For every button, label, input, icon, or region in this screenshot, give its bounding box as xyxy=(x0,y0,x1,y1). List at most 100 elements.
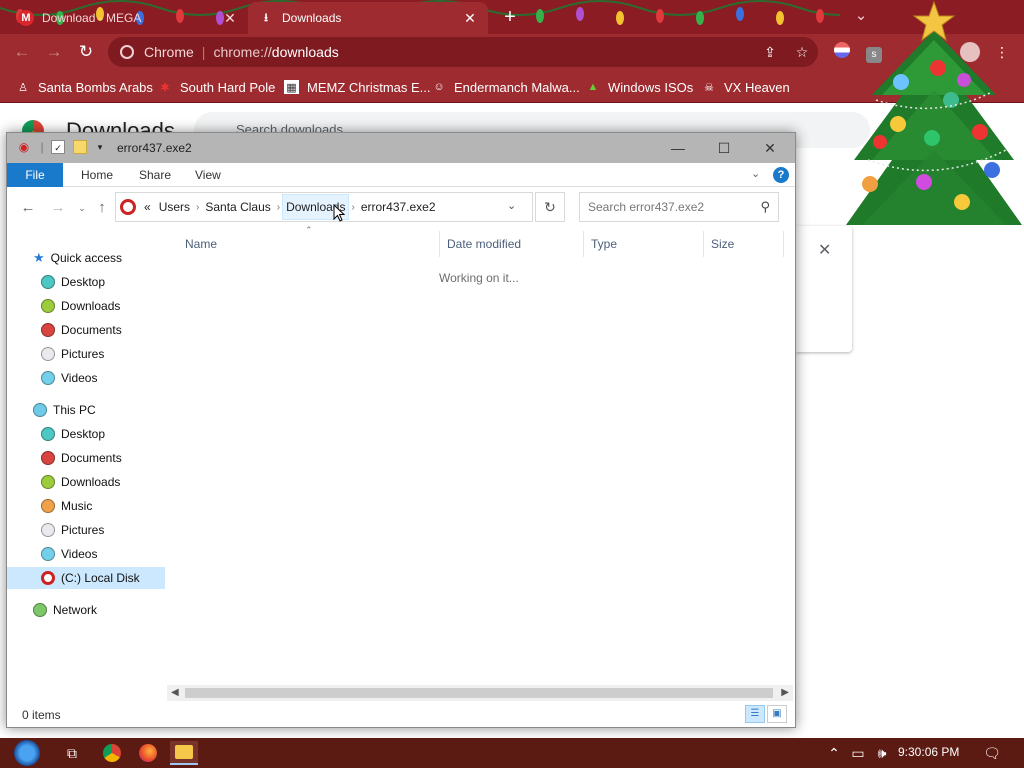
taskbar-clock[interactable]: 9:30:06 PM xyxy=(898,745,959,759)
nav-pc-videos[interactable]: Videos xyxy=(41,543,97,565)
santa-icon: ♙ xyxy=(18,81,28,94)
volume-icon[interactable]: 🕪 xyxy=(870,741,894,765)
breadcrumb-users[interactable]: Users xyxy=(155,200,194,214)
forward-arrow-icon[interactable]: → xyxy=(49,199,67,217)
column-divider[interactable] xyxy=(783,231,784,257)
explorer-title-bar[interactable]: ◉ | ✓ ▾ error437.exe2 — ☐ ✕ xyxy=(7,133,795,163)
url-scheme: chrome:// xyxy=(213,44,272,60)
tab-title: Downloads xyxy=(282,11,342,25)
share-icon[interactable]: ⇪ xyxy=(760,42,780,62)
quick-access-dropdown-icon[interactable]: ▾ xyxy=(93,140,107,154)
breadcrumb-arrow-icon[interactable]: › xyxy=(194,202,201,213)
show-hidden-icons-chevron-icon[interactable]: ⌃ xyxy=(822,741,846,765)
breadcrumb[interactable]: « Users › Santa Claus › Downloads › erro… xyxy=(115,192,533,222)
column-name[interactable]: Name xyxy=(185,237,217,251)
nav-pc-local-disk[interactable]: (C:) Local Disk xyxy=(7,567,165,589)
recent-locations-chevron-icon[interactable]: ⌄ xyxy=(73,199,91,217)
notifications-icon[interactable]: 🗨 xyxy=(978,741,1006,765)
bookmark-windows-isos[interactable]: ▲ Windows ISOs xyxy=(586,76,694,98)
task-view-icon[interactable]: ⧉ xyxy=(58,741,86,765)
back-arrow-icon[interactable]: ← xyxy=(10,40,34,64)
maximize-button[interactable]: ☐ xyxy=(701,133,747,163)
tab-downloads[interactable]: ⭳ Downloads ✕ xyxy=(248,2,488,34)
column-size[interactable]: Size xyxy=(711,237,734,251)
column-divider[interactable] xyxy=(703,231,704,257)
remove-download-close-icon[interactable]: ✕ xyxy=(818,240,831,260)
nav-this-pc[interactable]: This PC xyxy=(33,399,96,421)
column-date-modified[interactable]: Date modified xyxy=(447,237,521,251)
up-arrow-icon[interactable]: ↑ xyxy=(93,199,111,217)
nav-qa-pictures[interactable]: Pictures📌 xyxy=(41,343,195,365)
address-bar[interactable]: Chrome | chrome://downloads xyxy=(108,37,818,67)
nav-qa-downloads[interactable]: Downloads📌 xyxy=(41,295,195,317)
refresh-icon[interactable]: ↻ xyxy=(535,192,565,222)
help-icon[interactable]: ? xyxy=(773,167,789,183)
breadcrumb-error437[interactable]: error437.exe2 xyxy=(357,200,440,214)
pictures-ornament-icon xyxy=(41,523,55,537)
breadcrumb-arrow-icon[interactable]: › xyxy=(349,202,356,213)
properties-icon[interactable]: ✓ xyxy=(51,140,65,154)
minimize-button[interactable]: — xyxy=(655,133,701,163)
item-count: 0 items xyxy=(22,708,61,722)
nav-qa-desktop[interactable]: Desktop📌 xyxy=(41,271,195,293)
bookmark-endermanch-malware[interactable]: ☺ Endermanch Malwa... xyxy=(432,76,579,98)
breadcrumb-arrow-icon[interactable]: › xyxy=(275,202,282,213)
bookmark-memz-christmas[interactable]: ▦ MEMZ Christmas E... xyxy=(284,76,431,98)
nav-quick-access[interactable]: ★ Quick access xyxy=(33,247,122,269)
back-arrow-icon[interactable]: ← xyxy=(19,199,37,217)
nav-pc-music[interactable]: Music xyxy=(41,495,92,517)
tab-mega-download[interactable]: M Download - MEGA ✕ xyxy=(8,2,248,34)
nav-network[interactable]: Network xyxy=(33,599,97,621)
new-folder-icon[interactable] xyxy=(73,140,87,154)
scroll-right-icon[interactable]: ▶ xyxy=(781,685,789,701)
address-dropdown-icon[interactable]: ⌄ xyxy=(507,199,516,212)
nav-qa-documents[interactable]: Documents📌 xyxy=(41,319,195,341)
nav-pc-pictures[interactable]: Pictures xyxy=(41,519,104,541)
scrollbar-thumb[interactable] xyxy=(185,688,773,698)
breadcrumb-overflow[interactable]: « xyxy=(140,200,155,214)
scroll-left-icon[interactable]: ◀ xyxy=(171,685,179,701)
nav-pc-documents[interactable]: Documents xyxy=(41,447,122,469)
tab-home[interactable]: Home xyxy=(67,163,127,187)
file-explorer-taskbar-icon[interactable] xyxy=(170,741,198,765)
search-icon: ⚲ xyxy=(760,199,770,214)
url-path: downloads xyxy=(271,44,339,60)
mega-favicon-icon: M xyxy=(18,10,34,26)
close-tab-icon[interactable]: ✕ xyxy=(462,10,478,27)
downloads-ornament-icon xyxy=(41,299,55,313)
expand-ribbon-chevron-icon[interactable]: ⌄ xyxy=(751,167,760,180)
details-view-icon[interactable]: ☰ xyxy=(745,705,765,723)
tab-share[interactable]: Share xyxy=(125,163,185,187)
tab-view[interactable]: View xyxy=(181,163,235,187)
this-pc-ornament-icon xyxy=(33,403,47,417)
download-favicon-icon: ⭳ xyxy=(264,11,268,24)
nav-qa-videos[interactable]: Videos📌 xyxy=(41,367,195,389)
nav-pc-downloads[interactable]: Downloads xyxy=(41,471,120,493)
bookmark-star-icon[interactable]: ☆ xyxy=(792,42,812,62)
tab-file[interactable]: File xyxy=(7,163,63,187)
column-divider[interactable] xyxy=(583,231,584,257)
start-button[interactable] xyxy=(10,740,44,766)
bookmark-santa-bombs-arabs[interactable]: ♙ Santa Bombs Arabs xyxy=(16,76,153,98)
chrome-taskbar-icon[interactable] xyxy=(98,741,126,765)
forward-arrow-icon[interactable]: → xyxy=(42,40,66,64)
breadcrumb-santa-claus[interactable]: Santa Claus xyxy=(201,200,274,214)
sort-up-icon: ⌃ xyxy=(305,225,313,235)
bookmark-vx-heaven[interactable]: ☠ VX Heaven xyxy=(702,76,790,98)
close-button[interactable]: ✕ xyxy=(747,133,793,163)
reload-icon[interactable]: ↻ xyxy=(74,40,98,64)
bookmark-south-hard-pole[interactable]: ✱ South Hard Pole xyxy=(158,76,275,98)
firefox-taskbar-icon[interactable] xyxy=(134,741,162,765)
large-icons-view-icon[interactable]: ▣ xyxy=(767,705,787,723)
nav-pc-desktop[interactable]: Desktop xyxy=(41,423,105,445)
network-icon[interactable]: ▭ xyxy=(846,741,870,765)
windows-taskbar: ⧉ ⌃ ▭ 🕪 9:30:06 PM 🗨 xyxy=(0,738,1024,768)
new-tab-button[interactable]: + xyxy=(498,4,522,30)
close-tab-icon[interactable]: ✕ xyxy=(222,10,238,27)
network-ornament-icon xyxy=(33,603,47,617)
column-divider[interactable] xyxy=(439,231,440,257)
documents-ornament-icon xyxy=(41,451,55,465)
search-folder-input[interactable]: Search error437.exe2 ⚲ xyxy=(579,192,779,222)
column-type[interactable]: Type xyxy=(591,237,617,251)
horizontal-scrollbar[interactable]: ◀ ▶ xyxy=(167,685,793,701)
